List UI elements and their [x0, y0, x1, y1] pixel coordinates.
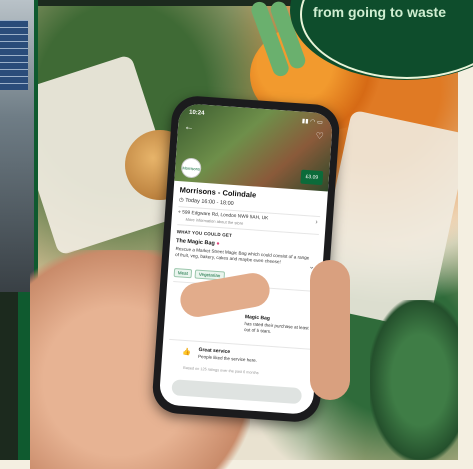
bag-emoji-icon: ●: [216, 240, 220, 248]
service-text: People liked the service here.: [197, 353, 258, 364]
section-title: WHAT YOU COULD GET: [176, 229, 233, 238]
chevron-right-icon: ›: [315, 218, 318, 226]
pickup-time: ◷ Today 16:00 - 18:00: [178, 197, 234, 207]
thumbs-up-icon: 👍: [182, 348, 192, 357]
solar-panels: [0, 20, 28, 90]
status-time: 10:24: [188, 109, 205, 117]
phone-screen: 10:24 ▮▮ ◠ ▭ ← ♡ Morrisons £3.09 Morriso…: [158, 102, 334, 416]
photo-scene: from going to waste 10:24 ▮▮ ◠ ▭ ← ♡ Mor…: [0, 0, 473, 469]
leafy-greens: [370, 300, 470, 460]
fingers: [310, 260, 350, 400]
price-badge: £3.09: [300, 169, 324, 186]
bag-title-text: The Magic Bag: [175, 238, 216, 247]
reserve-button[interactable]: [171, 379, 303, 405]
ratings-footnote: Based on 125 ratings over the past 6 mon…: [183, 365, 259, 376]
back-arrow-icon[interactable]: ←: [184, 121, 195, 133]
favorite-heart-icon[interactable]: ♡: [315, 131, 324, 143]
status-icons: ▮▮ ◠ ▭: [301, 118, 323, 127]
tag-meat: Meat: [173, 268, 193, 279]
pickup-time-text: Today 16:00 - 18:00: [184, 197, 234, 207]
review-text: has rated their purchase at least 3 out …: [243, 321, 313, 334]
bag-description: Rescue a Market Street Magic Bag which c…: [174, 246, 310, 265]
banner-text: from going to waste: [313, 4, 446, 20]
